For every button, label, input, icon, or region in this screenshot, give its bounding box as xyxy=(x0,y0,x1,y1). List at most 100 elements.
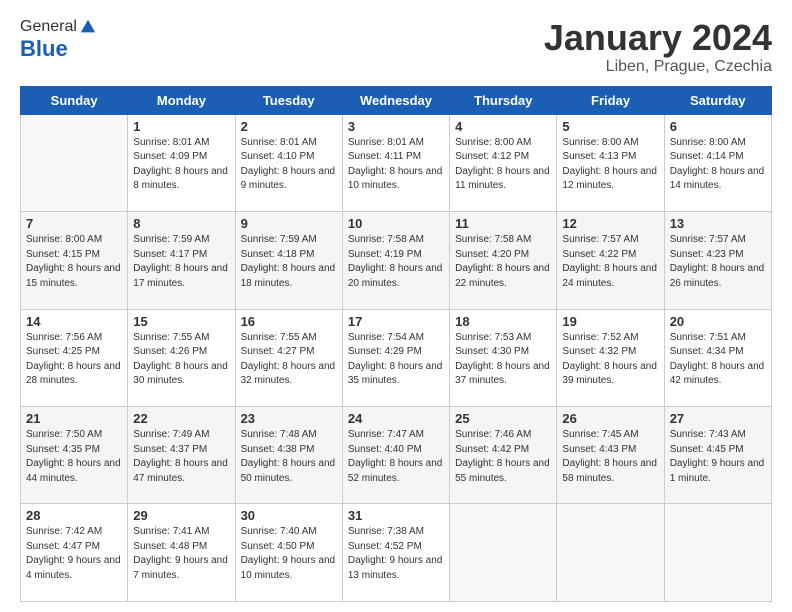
day-number: 9 xyxy=(241,216,337,231)
calendar-cell: 10Sunrise: 7:58 AMSunset: 4:19 PMDayligh… xyxy=(342,212,449,309)
day-number: 30 xyxy=(241,508,337,523)
calendar-cell xyxy=(664,504,771,602)
day-number: 3 xyxy=(348,119,444,134)
day-number: 29 xyxy=(133,508,229,523)
day-number: 5 xyxy=(562,119,658,134)
title-section: January 2024 Liben, Prague, Czechia xyxy=(544,18,772,76)
calendar-cell: 16 Sunrise: 7:55 AMSunset: 4:27 PMDayligh… xyxy=(235,309,342,406)
calendar-cell: 18 Sunrise: 7:53 AMSunset: 4:30 PMDayligh… xyxy=(450,309,557,406)
cell-content: Sunrise: 8:01 AMSunset: 4:10 PMDaylight:… xyxy=(241,136,337,194)
calendar-cell: 4 Sunrise: 8:00 AMSunset: 4:12 PMDaylight… xyxy=(450,114,557,211)
cell-content: Sunrise: 7:59 AMSunset: 4:17 PMDaylight:… xyxy=(133,233,229,291)
calendar-week-row: 7Sunrise: 8:00 AMSunset: 4:15 PMDaylight… xyxy=(21,212,772,309)
calendar-cell: 14 Sunrise: 7:56 AMSunset: 4:25 PMDayligh… xyxy=(21,309,128,406)
day-number: 25 xyxy=(455,411,551,426)
calendar-cell: 22 Sunrise: 7:49 AMSunset: 4:37 PMDayligh… xyxy=(128,407,235,504)
header: General Blue January 2024 Liben, Prague,… xyxy=(20,18,772,76)
weekday-header-friday: Friday xyxy=(557,86,664,114)
day-number: 18 xyxy=(455,314,551,329)
day-number: 13 xyxy=(670,216,766,231)
weekday-header-wednesday: Wednesday xyxy=(342,86,449,114)
calendar-cell: 27 Sunrise: 7:43 AMSunset: 4:45 PMDayligh… xyxy=(664,407,771,504)
day-number: 1 xyxy=(133,119,229,134)
cell-content: Sunrise: 7:42 AMSunset: 4:47 PMDaylight:… xyxy=(26,525,122,583)
calendar-cell: 9 Sunrise: 7:59 AMSunset: 4:18 PMDaylight… xyxy=(235,212,342,309)
day-number: 12 xyxy=(562,216,658,231)
calendar-cell: 15 Sunrise: 7:55 AMSunset: 4:26 PMDayligh… xyxy=(128,309,235,406)
cell-content: Sunrise: 8:00 AMSunset: 4:12 PMDaylight:… xyxy=(455,136,551,194)
calendar-cell: 5 Sunrise: 8:00 AMSunset: 4:13 PMDaylight… xyxy=(557,114,664,211)
logo-blue-text: Blue xyxy=(20,36,97,62)
calendar-cell: 23 Sunrise: 7:48 AMSunset: 4:38 PMDayligh… xyxy=(235,407,342,504)
cell-content: Sunrise: 8:01 AMSunset: 4:09 PMDaylight:… xyxy=(133,136,229,194)
day-number: 19 xyxy=(562,314,658,329)
cell-content: Sunrise: 7:43 AMSunset: 4:45 PMDaylight:… xyxy=(670,428,766,486)
cell-content: Sunrise: 7:57 AMSunset: 4:22 PMDaylight:… xyxy=(562,233,658,291)
weekday-header-monday: Monday xyxy=(128,86,235,114)
cell-content: Sunrise: 7:59 AMSunset: 4:18 PMDaylight:… xyxy=(241,233,337,291)
cell-content: Sunrise: 7:54 AMSunset: 4:29 PMDaylight:… xyxy=(348,331,444,389)
cell-content: Sunrise: 8:01 AMSunset: 4:11 PMDaylight:… xyxy=(348,136,444,194)
cell-content: Sunrise: 7:40 AMSunset: 4:50 PMDaylight:… xyxy=(241,525,337,583)
calendar-cell: 31 Sunrise: 7:38 AMSunset: 4:52 PMDayligh… xyxy=(342,504,449,602)
calendar-cell: 17 Sunrise: 7:54 AMSunset: 4:29 PMDayligh… xyxy=(342,309,449,406)
day-number: 22 xyxy=(133,411,229,426)
calendar-cell: 8 Sunrise: 7:59 AMSunset: 4:17 PMDaylight… xyxy=(128,212,235,309)
logo-general-text: General xyxy=(20,18,77,36)
calendar-week-row: 28 Sunrise: 7:42 AMSunset: 4:47 PMDayligh… xyxy=(21,504,772,602)
weekday-header-row: SundayMondayTuesdayWednesdayThursdayFrid… xyxy=(21,86,772,114)
cell-content: Sunrise: 8:00 AMSunset: 4:13 PMDaylight:… xyxy=(562,136,658,194)
day-number: 31 xyxy=(348,508,444,523)
cell-content: Sunrise: 7:58 AMSunset: 4:20 PMDaylight:… xyxy=(455,233,551,291)
cell-content: Sunrise: 7:38 AMSunset: 4:52 PMDaylight:… xyxy=(348,525,444,583)
calendar-cell: 25 Sunrise: 7:46 AMSunset: 4:42 PMDayligh… xyxy=(450,407,557,504)
page: General Blue January 2024 Liben, Prague,… xyxy=(0,0,792,612)
day-number: 21 xyxy=(26,411,122,426)
calendar-cell: 11Sunrise: 7:58 AMSunset: 4:20 PMDayligh… xyxy=(450,212,557,309)
day-number: 14 xyxy=(26,314,122,329)
day-number: 28 xyxy=(26,508,122,523)
day-number: 8 xyxy=(133,216,229,231)
calendar-cell: 19 Sunrise: 7:52 AMSunset: 4:32 PMDayligh… xyxy=(557,309,664,406)
calendar-table: SundayMondayTuesdayWednesdayThursdayFrid… xyxy=(20,86,772,602)
calendar-cell: 12 Sunrise: 7:57 AMSunset: 4:22 PMDayligh… xyxy=(557,212,664,309)
calendar-cell: 6Sunrise: 8:00 AMSunset: 4:14 PMDaylight… xyxy=(664,114,771,211)
cell-content: Sunrise: 7:51 AMSunset: 4:34 PMDaylight:… xyxy=(670,331,766,389)
location: Liben, Prague, Czechia xyxy=(544,58,772,76)
day-number: 20 xyxy=(670,314,766,329)
day-number: 27 xyxy=(670,411,766,426)
weekday-header-sunday: Sunday xyxy=(21,86,128,114)
cell-content: Sunrise: 8:00 AMSunset: 4:15 PMDaylight:… xyxy=(26,233,122,291)
cell-content: Sunrise: 7:46 AMSunset: 4:42 PMDaylight:… xyxy=(455,428,551,486)
logo: General Blue xyxy=(20,18,97,62)
calendar-cell: 20 Sunrise: 7:51 AMSunset: 4:34 PMDayligh… xyxy=(664,309,771,406)
weekday-header-saturday: Saturday xyxy=(664,86,771,114)
day-number: 24 xyxy=(348,411,444,426)
calendar-week-row: 21Sunrise: 7:50 AMSunset: 4:35 PMDayligh… xyxy=(21,407,772,504)
calendar-cell: 24Sunrise: 7:47 AMSunset: 4:40 PMDayligh… xyxy=(342,407,449,504)
cell-content: Sunrise: 7:53 AMSunset: 4:30 PMDaylight:… xyxy=(455,331,551,389)
cell-content: Sunrise: 7:56 AMSunset: 4:25 PMDaylight:… xyxy=(26,331,122,389)
calendar-cell xyxy=(557,504,664,602)
weekday-header-thursday: Thursday xyxy=(450,86,557,114)
cell-content: Sunrise: 7:49 AMSunset: 4:37 PMDaylight:… xyxy=(133,428,229,486)
day-number: 6 xyxy=(670,119,766,134)
calendar-cell: 30 Sunrise: 7:40 AMSunset: 4:50 PMDayligh… xyxy=(235,504,342,602)
calendar-cell: 21Sunrise: 7:50 AMSunset: 4:35 PMDayligh… xyxy=(21,407,128,504)
day-number: 17 xyxy=(348,314,444,329)
day-number: 15 xyxy=(133,314,229,329)
day-number: 10 xyxy=(348,216,444,231)
cell-content: Sunrise: 7:52 AMSunset: 4:32 PMDaylight:… xyxy=(562,331,658,389)
cell-content: Sunrise: 7:45 AMSunset: 4:43 PMDaylight:… xyxy=(562,428,658,486)
cell-content: Sunrise: 7:48 AMSunset: 4:38 PMDaylight:… xyxy=(241,428,337,486)
day-number: 16 xyxy=(241,314,337,329)
calendar-week-row: 1 Sunrise: 8:01 AMSunset: 4:09 PMDaylight… xyxy=(21,114,772,211)
day-number: 2 xyxy=(241,119,337,134)
day-number: 26 xyxy=(562,411,658,426)
day-number: 4 xyxy=(455,119,551,134)
calendar-cell xyxy=(21,114,128,211)
calendar-cell: 26 Sunrise: 7:45 AMSunset: 4:43 PMDayligh… xyxy=(557,407,664,504)
cell-content: Sunrise: 7:55 AMSunset: 4:26 PMDaylight:… xyxy=(133,331,229,389)
cell-content: Sunrise: 7:55 AMSunset: 4:27 PMDaylight:… xyxy=(241,331,337,389)
day-number: 23 xyxy=(241,411,337,426)
